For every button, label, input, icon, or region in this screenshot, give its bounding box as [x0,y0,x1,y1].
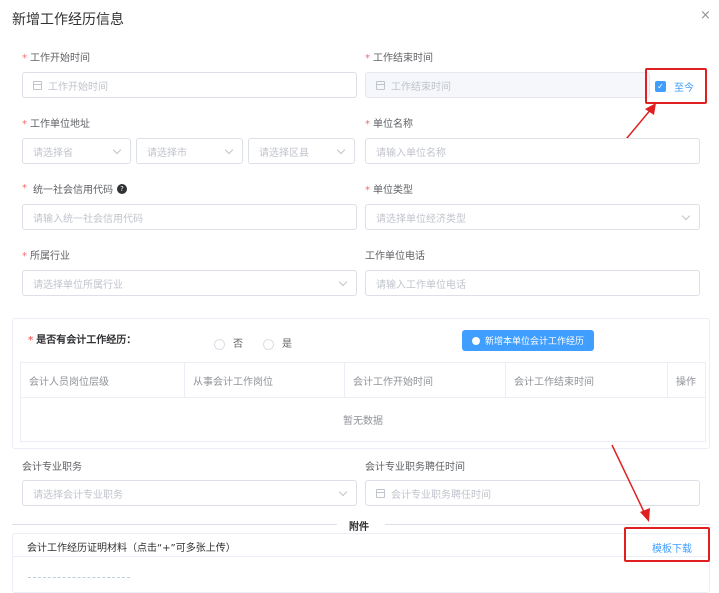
radio-circle [263,338,274,350]
position-label: 会计专业职务 [22,462,82,473]
industry-select[interactable]: 请选择单位所属行业 [22,270,357,296]
unit-type-label: * 单位类型 [365,185,413,196]
column-header: 从事会计工作岗位 [184,362,345,398]
chevron-down-icon [112,145,122,154]
column-header: 会计人员岗位层级 [20,362,185,398]
unit-name-label: * 单位名称 [365,119,413,130]
start-time-input[interactable]: 工作开始时间 [22,72,357,98]
chevron-down-icon [681,211,691,220]
radio-yes[interactable]: 是 [263,335,292,350]
column-header: 会计工作开始时间 [344,362,506,398]
unit-phone-label: 工作单位电话 [365,251,425,262]
annotation-box [624,527,710,562]
placeholder: 请选择区县 [259,147,309,159]
dialog-title: 新增工作经历信息 [12,12,124,28]
add-accounting-experience-button[interactable]: 新增本单位会计工作经历 [462,330,594,351]
divider-line [12,524,337,525]
end-time-input[interactable]: 工作结束时间 [365,72,650,98]
accounting-question-label: * 是否有会计工作经历： [28,335,137,346]
placeholder: 请输入工作单位电话 [376,279,466,291]
chevron-down-icon [224,145,234,154]
upload-area[interactable] [28,577,130,578]
industry-label: * 所属行业 [22,251,70,262]
label-text: 工作单位地址 [30,119,90,130]
calendar-icon [376,488,385,498]
label-text: 统一社会信用代码 [33,185,113,196]
help-icon[interactable]: ? [117,183,127,194]
placeholder: 会计专业职务聘任时间 [391,489,491,501]
material-title: 会计工作经历证明材料（点击“+”可多张上传） [27,543,236,554]
placeholder: 请输入单位名称 [376,147,446,159]
credit-code-label: * 统一社会信用代码? [22,181,127,196]
placeholder: 请选择省 [33,147,73,159]
accounting-table: 会计人员岗位层级 从事会计工作岗位 会计工作开始时间 会计工作结束时间 操作 暂… [20,362,706,442]
divider-line [385,524,710,525]
address-label: * 工作单位地址 [22,119,90,130]
attachments-divider-label: 附件 [349,522,369,533]
credit-code-input[interactable]: 请输入统一社会信用代码 [22,204,357,230]
label-text: 单位名称 [373,119,413,130]
placeholder: 工作结束时间 [391,81,451,93]
table-header: 会计人员岗位层级 从事会计工作岗位 会计工作开始时间 会计工作结束时间 操作 [20,362,706,398]
empty-row: 暂无数据 [20,397,706,442]
until-now-label: 至今 [674,83,694,94]
label-text: 工作开始时间 [30,53,90,64]
radio-no[interactable]: 否 [214,335,243,350]
label-text: 工作结束时间 [373,53,433,64]
button-label: 新增本单位会计工作经历 [484,337,584,347]
plus-circle-icon [471,336,480,345]
unit-type-select[interactable]: 请选择单位经济类型 [365,204,700,230]
chevron-down-icon [338,277,348,286]
placeholder: 请选择单位经济类型 [376,213,466,225]
placeholder: 请选择会计专业职务 [33,489,123,501]
radio-label: 是 [282,339,292,350]
check-icon: ✓ [655,81,666,92]
empty-text: 暂无数据 [20,397,706,442]
district-select[interactable]: 请选择区县 [248,138,355,164]
card-header-divider [12,556,710,557]
calendar-icon [33,80,42,90]
province-select[interactable]: 请选择省 [22,138,131,164]
appoint-time-label: 会计专业职务聘任时间 [365,462,465,473]
position-select[interactable]: 请选择会计专业职务 [22,480,357,506]
city-select[interactable]: 请选择市 [136,138,243,164]
column-header: 会计工作结束时间 [505,362,668,398]
unit-phone-input[interactable]: 请输入工作单位电话 [365,270,700,296]
chevron-down-icon [336,145,346,154]
end-time-label: * 工作结束时间 [365,53,433,64]
start-time-label: * 工作开始时间 [22,53,90,64]
close-icon[interactable]: × [700,8,711,23]
placeholder: 请选择市 [147,147,187,159]
annotation-arrow [611,444,650,522]
calendar-icon [376,80,385,90]
until-now-checkbox[interactable]: ✓ 至今 [655,79,694,94]
radio-circle [214,338,225,350]
chevron-down-icon [338,487,348,496]
label-text: 单位类型 [373,185,413,196]
label-text: 所属行业 [30,251,70,262]
placeholder: 请选择单位所属行业 [33,279,123,291]
placeholder: 工作开始时间 [48,81,108,93]
column-header: 操作 [667,362,706,398]
unit-name-input[interactable]: 请输入单位名称 [365,138,700,164]
label-text: 是否有会计工作经历： [36,335,137,346]
placeholder: 请输入统一社会信用代码 [33,213,143,225]
radio-label: 否 [233,339,243,350]
